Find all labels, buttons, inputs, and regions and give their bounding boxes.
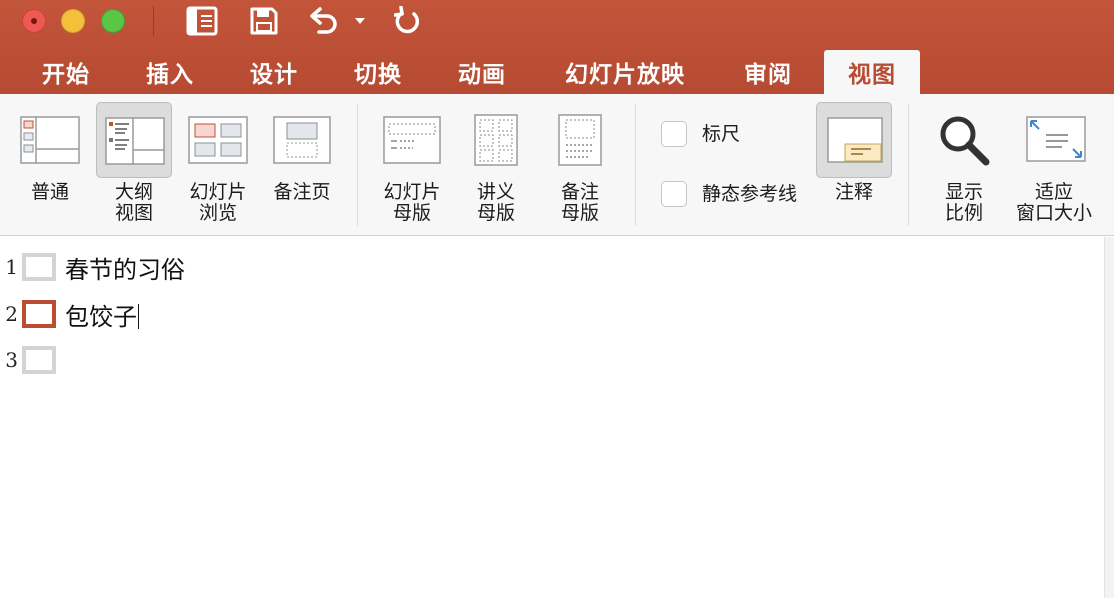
- slide-title[interactable]: 包饺子: [65, 303, 137, 331]
- title-bar: 开始 插入 设计 切换 动画 幻灯片放映 审阅 视图: [0, 0, 1114, 94]
- tab-animations[interactable]: 动画: [438, 50, 526, 94]
- notes-master-label: 备注 母版: [560, 181, 599, 224]
- ribbon-group-divider: [357, 104, 358, 226]
- slide-title[interactable]: 春节的习俗: [65, 250, 185, 285]
- ribbon-group-divider: [635, 104, 636, 226]
- notes-button[interactable]: [816, 102, 892, 178]
- slide-master-label: 幻灯片 母版: [383, 181, 441, 224]
- slide-number: 1: [5, 255, 18, 279]
- save-icon[interactable]: [248, 4, 280, 38]
- guides-label: 静态参考线: [702, 183, 798, 205]
- outline-row[interactable]: 3: [0, 343, 65, 377]
- slide-master-button[interactable]: 幻灯片 母版: [374, 104, 450, 230]
- tab-insert[interactable]: 插入: [126, 50, 214, 94]
- slide-sorter-label: 幻灯片 浏览: [189, 181, 247, 224]
- outline-view-button[interactable]: [96, 102, 172, 178]
- slide-thumbnail-icon[interactable]: [22, 346, 56, 374]
- guides-checkbox[interactable]: [661, 181, 687, 207]
- sidebar-toggle-icon[interactable]: [185, 4, 219, 38]
- ribbon-group-divider: [908, 104, 909, 226]
- normal-view-icon: [20, 116, 80, 164]
- slide-number: 2: [5, 302, 18, 326]
- ruler-label: 标尺: [702, 123, 741, 145]
- ruler-checkbox[interactable]: [661, 121, 687, 147]
- tab-slide-show[interactable]: 幻灯片放映: [546, 50, 704, 94]
- slide-sorter-icon: [188, 116, 248, 164]
- notes-master-icon: [558, 114, 602, 166]
- vertical-scrollbar[interactable]: [1104, 237, 1114, 598]
- text-cursor: [138, 303, 139, 329]
- tab-home[interactable]: 开始: [22, 50, 110, 94]
- fit-to-window-label: 适应 窗口大小: [1015, 181, 1092, 224]
- fit-to-window-button[interactable]: 适应 窗口大小: [1010, 104, 1104, 230]
- slide-sorter-button[interactable]: 幻灯片 浏览: [182, 104, 254, 230]
- notes-page-icon: [273, 116, 331, 164]
- undo-icon[interactable]: [306, 4, 342, 38]
- slide-title-editing[interactable]: 包饺子: [65, 297, 139, 332]
- tab-view[interactable]: 视图: [824, 50, 920, 94]
- slide-number: 3: [5, 348, 18, 372]
- handout-master-button[interactable]: 讲义 母版: [460, 104, 532, 230]
- zoom-button[interactable]: 显示 比例: [926, 104, 1002, 230]
- notes-label: 注释: [834, 181, 873, 203]
- slide-master-icon: [383, 116, 441, 164]
- close-window-button[interactable]: [22, 9, 46, 33]
- notes-page-label: 备注页: [273, 181, 331, 203]
- dropdown-arrow-icon[interactable]: [352, 4, 368, 38]
- slide-thumbnail-icon[interactable]: [22, 253, 56, 281]
- notes-icon: [827, 117, 883, 163]
- tab-transitions[interactable]: 切换: [334, 50, 422, 94]
- fit-to-window-icon: [1026, 116, 1086, 162]
- normal-view-button[interactable]: 普通: [14, 104, 86, 230]
- zoom-label: 显示 比例: [944, 181, 983, 224]
- slide-thumbnail-icon[interactable]: [22, 300, 56, 328]
- magnifier-icon: [940, 116, 990, 166]
- notes-page-button[interactable]: 备注页: [264, 104, 340, 230]
- outline-view-label: 大纲 视图: [114, 181, 153, 224]
- tab-review[interactable]: 审阅: [724, 50, 812, 94]
- maximize-window-button[interactable]: [101, 9, 125, 33]
- outline-view-icon: [105, 117, 165, 165]
- notes-master-button[interactable]: 备注 母版: [544, 104, 616, 230]
- outline-row[interactable]: 2 包饺子: [0, 297, 139, 331]
- handout-master-label: 讲义 母版: [476, 181, 515, 224]
- tab-design[interactable]: 设计: [230, 50, 318, 94]
- handout-master-icon: [474, 114, 518, 166]
- redo-icon[interactable]: [392, 4, 424, 38]
- outline-row[interactable]: 1 春节的习俗: [0, 250, 185, 284]
- outline-pane[interactable]: 1 春节的习俗 2 包饺子 3: [0, 237, 1104, 598]
- toolbar-divider: [153, 6, 154, 36]
- minimize-window-button[interactable]: [61, 9, 85, 33]
- normal-view-label: 普通: [30, 181, 69, 203]
